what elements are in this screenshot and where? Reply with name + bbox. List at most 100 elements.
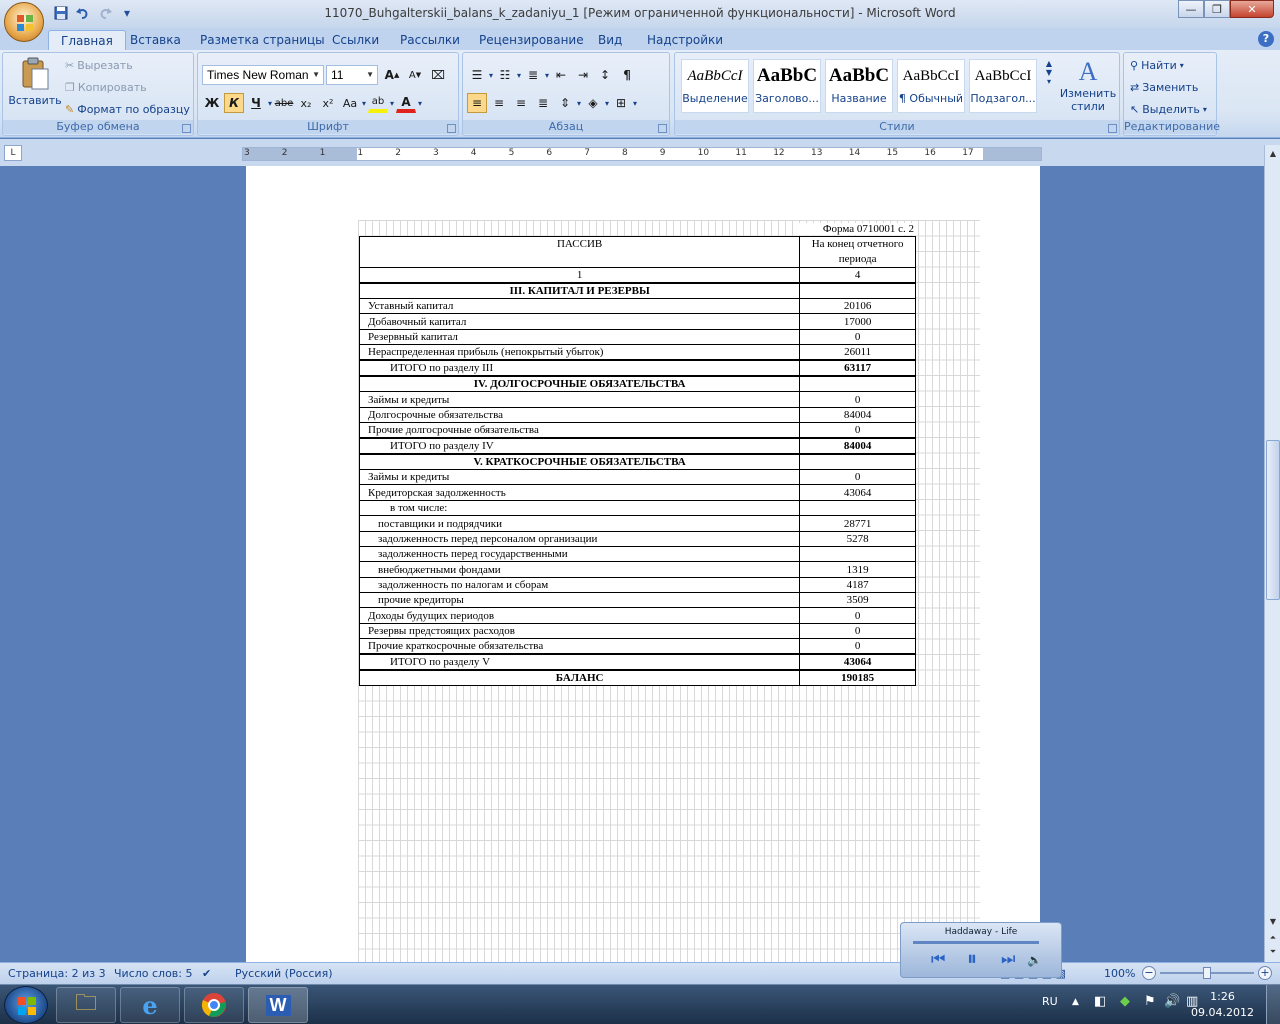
chevron-down-icon[interactable]: ▾ <box>577 99 581 108</box>
style-normal[interactable]: AaBbCcI ¶ Обычный <box>897 59 965 113</box>
cut-button[interactable]: ✂ Вырезать <box>65 59 133 72</box>
clipboard-launcher[interactable] <box>182 124 191 133</box>
change-case-button[interactable]: Aa <box>340 93 360 113</box>
zoom-slider-knob[interactable] <box>1203 967 1211 979</box>
clock[interactable]: 1:26 09.04.2012 <box>1191 989 1254 1021</box>
justify-icon[interactable]: ≣ <box>533 93 553 113</box>
font-launcher[interactable] <box>447 124 456 133</box>
copy-button[interactable]: ❐ Копировать <box>65 81 147 94</box>
volume-icon[interactable]: 🔈 <box>1027 953 1042 967</box>
numbering-icon[interactable]: ☷ <box>495 65 515 85</box>
multilevel-list-icon[interactable]: ≣ <box>523 65 543 85</box>
word-count[interactable]: Число слов: 5 <box>114 967 193 980</box>
tab-view[interactable]: Вид <box>586 30 634 50</box>
align-left-icon[interactable]: ≡ <box>467 93 487 113</box>
previous-icon[interactable]: ⏮ <box>931 949 945 969</box>
align-right-icon[interactable]: ≡ <box>511 93 531 113</box>
tray-app-icon[interactable]: ◧ <box>1094 994 1106 1009</box>
horizontal-ruler[interactable]: 3 2 1 1 2 3 4 5 6 7 8 9 10 11 12 13 14 15 16 17 <box>242 147 1042 161</box>
maximize-button[interactable]: ❐ <box>1204 0 1230 18</box>
increase-indent-icon[interactable]: ⇥ <box>573 65 593 85</box>
next-page-icon[interactable]: ⏷ <box>1266 945 1280 959</box>
select-button[interactable]: ↖ Выделить ▾ <box>1130 103 1207 116</box>
font-name-combo[interactable]: Times New Roman ▼ <box>202 65 324 85</box>
styles-launcher[interactable] <box>1108 124 1117 133</box>
scroll-down-icon[interactable]: ▼ <box>1266 915 1280 929</box>
volume-tray-icon[interactable]: 🔊 <box>1164 994 1180 1009</box>
vertical-scrollbar[interactable]: ▲ ▼ ⏶ ⏷ <box>1264 145 1280 962</box>
chevron-down-icon[interactable]: ▾ <box>268 99 272 108</box>
start-button[interactable] <box>4 986 48 1024</box>
scroll-up-icon[interactable]: ▲ <box>1266 147 1280 161</box>
taskbar-explorer[interactable]: 🗀 <box>56 987 116 1023</box>
zoom-level[interactable]: 100% <box>1104 967 1135 980</box>
replace-button[interactable]: ⇄ Заменить <box>1130 81 1198 94</box>
proofing-icon[interactable]: ✔ <box>202 967 211 980</box>
underline-button[interactable]: Ч <box>246 93 266 113</box>
line-spacing-icon[interactable]: ⇕ <box>555 93 575 113</box>
paragraph-launcher[interactable] <box>658 124 667 133</box>
clear-format-icon[interactable]: ⌧ <box>428 65 448 85</box>
show-marks-button[interactable]: ¶ <box>617 65 637 85</box>
taskbar-word[interactable]: W <box>248 987 308 1023</box>
show-desktop-button[interactable] <box>1266 985 1280 1024</box>
bullets-icon[interactable]: ☰ <box>467 65 487 85</box>
close-button[interactable]: ✕ <box>1230 0 1274 18</box>
tab-selector[interactable]: L <box>4 145 22 161</box>
input-language[interactable]: RU <box>1042 995 1058 1008</box>
taskbar-ie[interactable]: e <box>120 987 180 1023</box>
prev-page-icon[interactable]: ⏶ <box>1266 931 1280 945</box>
chevron-down-icon[interactable]: ▾ <box>418 99 422 108</box>
minimize-button[interactable]: — <box>1178 0 1204 18</box>
chevron-down-icon[interactable]: ▾ <box>633 99 637 108</box>
change-styles-button[interactable]: A Изменить стили <box>1059 57 1117 113</box>
bold-button[interactable]: Ж <box>202 93 222 113</box>
style-emphasis[interactable]: AaBbCcI Выделение <box>681 59 749 113</box>
chevron-down-icon[interactable]: ▾ <box>517 71 521 80</box>
highlight-button[interactable]: ab <box>368 93 389 113</box>
font-color-button[interactable]: A <box>396 93 417 113</box>
paste-button[interactable]: Вставить <box>8 57 62 107</box>
sort-icon[interactable]: ↕ <box>595 65 615 85</box>
tray-status-icon[interactable]: ◆ <box>1120 994 1130 1009</box>
italic-button[interactable]: К <box>224 93 244 113</box>
superscript-button[interactable]: x² <box>318 93 338 113</box>
shrink-font-button[interactable]: A ▼ <box>405 65 425 85</box>
styles-scroll[interactable]: ▲ ▼ ▾ <box>1041 59 1057 86</box>
playback-progress[interactable] <box>913 941 1039 944</box>
shading-icon[interactable]: ◈ <box>583 93 603 113</box>
tray-expand-icon[interactable]: ▲ <box>1072 997 1079 1007</box>
taskbar-chrome[interactable] <box>184 987 244 1023</box>
scroll-thumb[interactable] <box>1266 440 1280 600</box>
chevron-down-icon[interactable]: ▾ <box>390 99 394 108</box>
tab-page-layout[interactable]: Разметка страницы <box>188 30 337 50</box>
style-title[interactable]: AaBbC Название <box>825 59 893 113</box>
office-button[interactable] <box>4 2 44 42</box>
format-painter-button[interactable]: ✎ Формат по образцу <box>65 103 190 116</box>
grow-font-button[interactable]: A ▲ <box>382 65 402 85</box>
chevron-down-icon[interactable]: ▾ <box>489 71 493 80</box>
tab-insert[interactable]: Вставка <box>118 30 193 50</box>
tab-review[interactable]: Рецензирование <box>467 30 596 50</box>
find-button[interactable]: ⚲ Найти ▾ <box>1130 59 1184 72</box>
tab-references[interactable]: Ссылки <box>320 30 391 50</box>
font-size-combo[interactable]: 11 ▼ <box>326 65 378 85</box>
strikethrough-button[interactable]: abe <box>274 93 294 113</box>
page-counter[interactable]: Страница: 2 из 3 <box>8 967 106 980</box>
help-icon[interactable]: ? <box>1258 31 1274 47</box>
chevron-down-icon[interactable]: ▾ <box>362 99 366 108</box>
language-indicator[interactable]: Русский (Россия) <box>235 967 333 980</box>
style-subtitle[interactable]: AaBbCcI Подзагол... <box>969 59 1037 113</box>
tab-home[interactable]: Главная <box>48 30 126 50</box>
tab-addins[interactable]: Надстройки <box>635 30 735 50</box>
borders-icon[interactable]: ⊞ <box>611 93 631 113</box>
chevron-down-icon[interactable]: ▾ <box>545 71 549 80</box>
action-center-icon[interactable]: ⚑ <box>1144 994 1156 1009</box>
align-center-icon[interactable]: ≡ <box>489 93 509 113</box>
zoom-out-button[interactable]: − <box>1142 966 1156 980</box>
pause-icon[interactable]: ⏸ <box>967 946 977 970</box>
style-heading[interactable]: AaBbC Заголово... <box>753 59 821 113</box>
chevron-down-icon[interactable]: ▾ <box>605 99 609 108</box>
tab-mailings[interactable]: Рассылки <box>388 30 472 50</box>
zoom-in-button[interactable]: + <box>1258 966 1272 980</box>
